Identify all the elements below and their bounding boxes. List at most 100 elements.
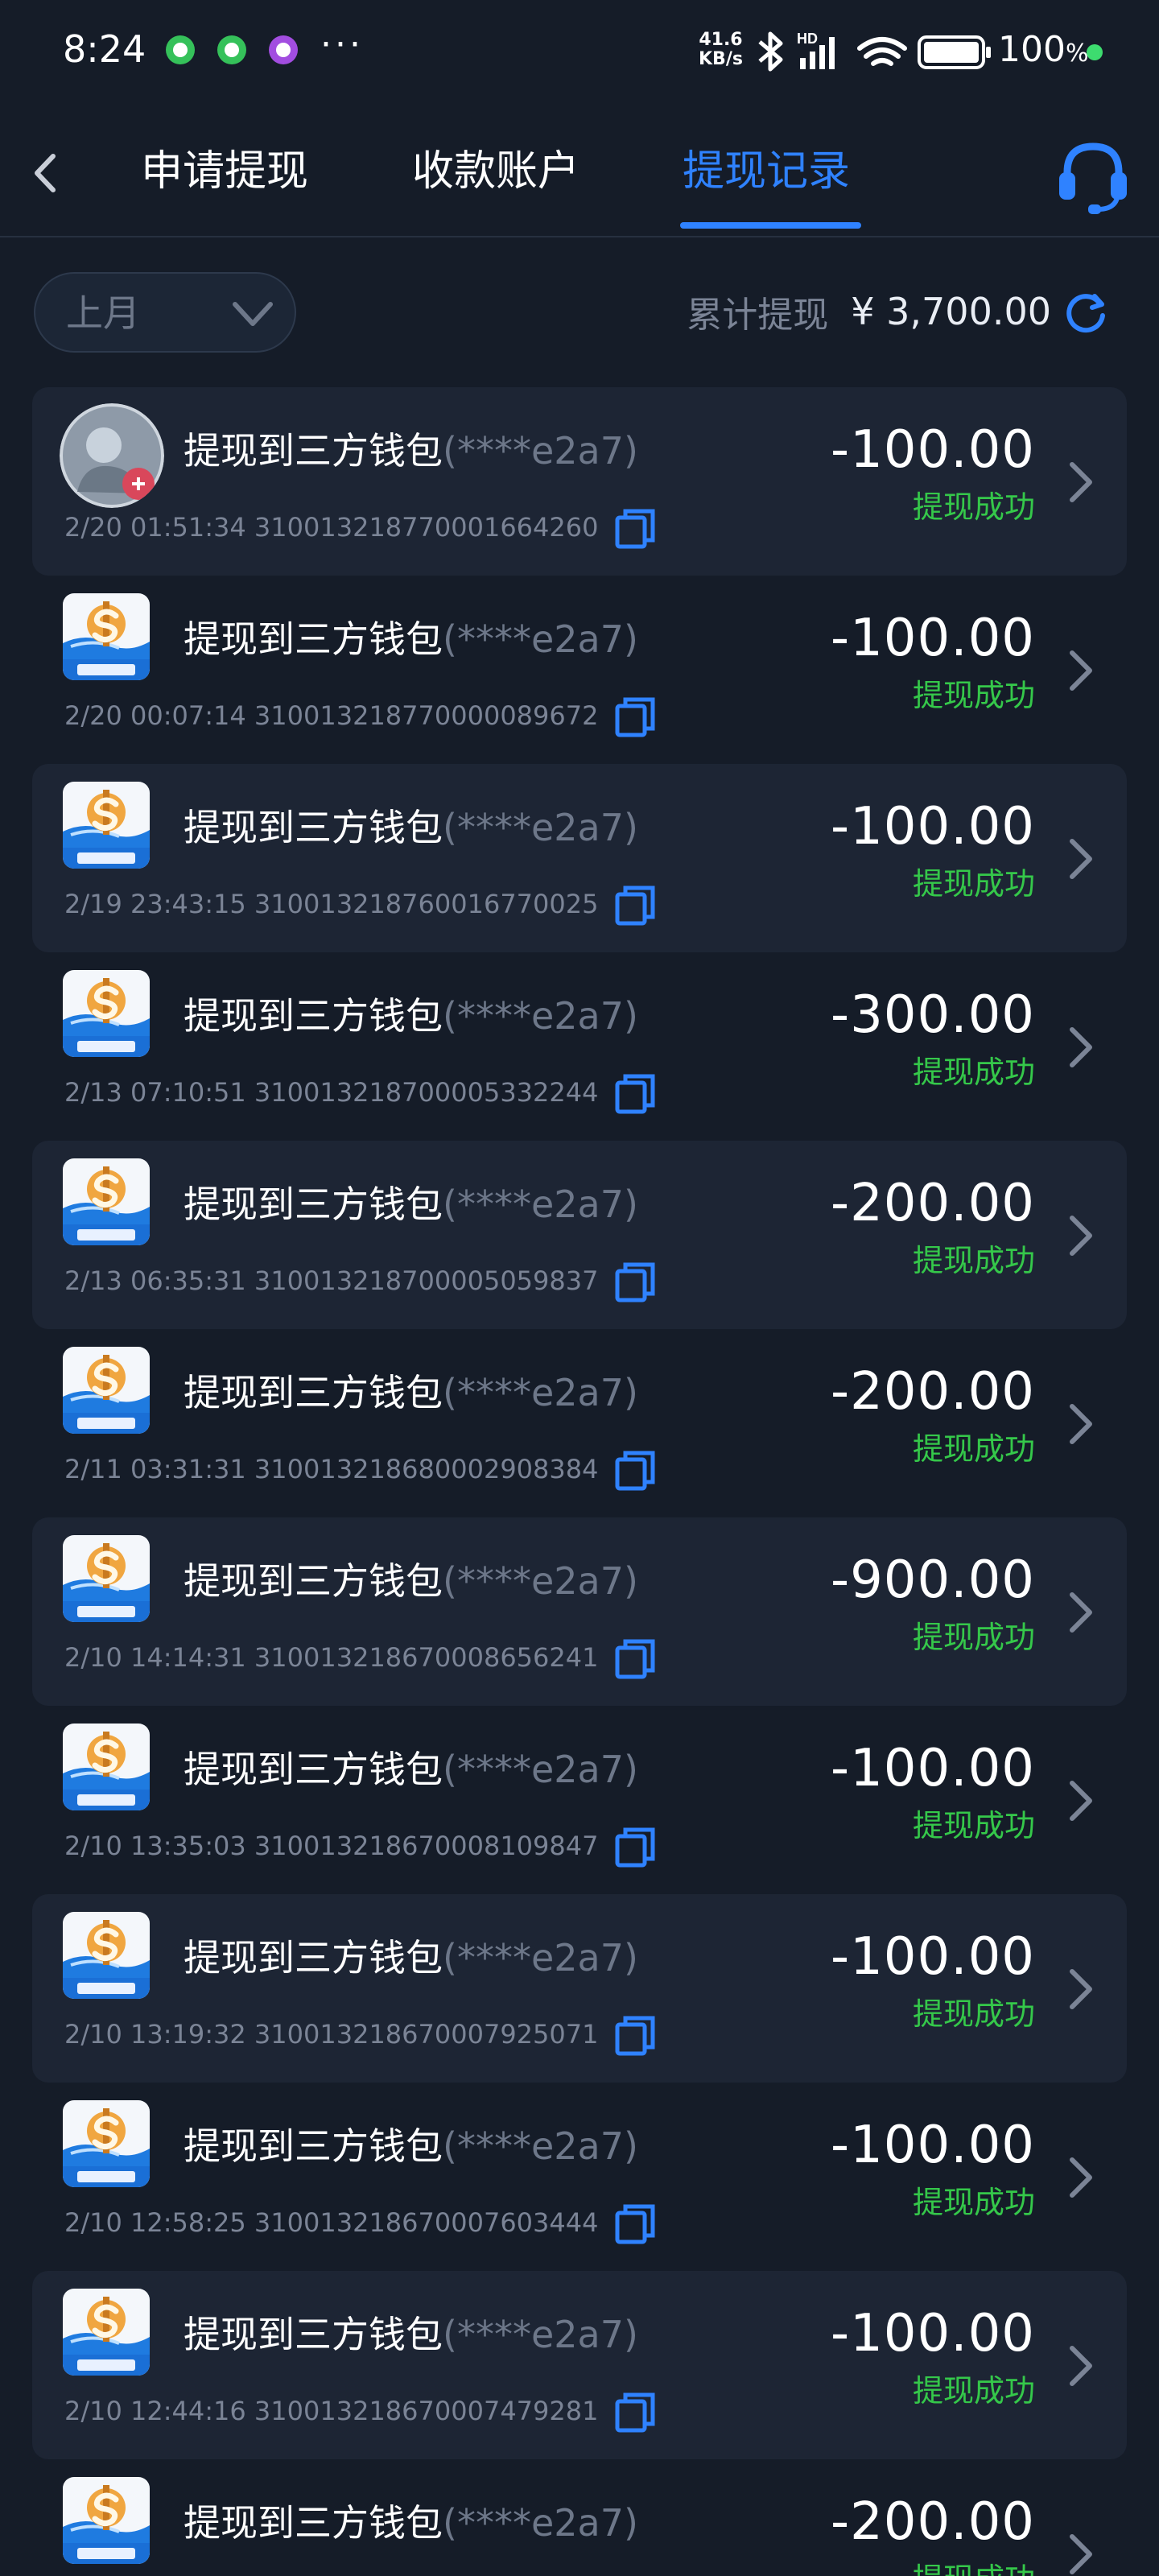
month-filter-label: 上月 xyxy=(66,291,140,335)
withdraw-total-value: ¥ 3,700.00 xyxy=(851,290,1051,333)
record-account-mask: (****e2a7) xyxy=(443,2124,638,2168)
chevron-right-icon xyxy=(1064,1588,1096,1637)
record-title: 提现到三方钱包(****e2a7) xyxy=(184,614,638,664)
battery-icon xyxy=(918,35,991,69)
withdraw-record-row[interactable]: 提现到三方钱包(****e2a7) 2/10 12:58:25 310013218… xyxy=(32,2083,1127,2271)
record-account-mask: (****e2a7) xyxy=(443,1371,638,1414)
wallet-logo-icon xyxy=(63,1158,150,1245)
record-amount: -200.00 xyxy=(830,1174,1035,1233)
chevron-right-icon xyxy=(1064,1212,1096,1260)
record-title-text: 提现到三方钱包 xyxy=(184,806,443,849)
month-filter-dropdown[interactable]: 上月 xyxy=(34,272,296,353)
record-amount: -100.00 xyxy=(830,2116,1035,2175)
active-tab-indicator xyxy=(680,222,861,229)
record-title-text: 提现到三方钱包 xyxy=(184,994,443,1038)
wallet-logo-icon xyxy=(63,593,150,680)
record-meta: 2/13 06:35:31 310013218700005059837 xyxy=(64,1260,658,1305)
record-meta: 2/13 07:10:51 310013218700005332244 xyxy=(64,1071,658,1117)
copy-icon[interactable] xyxy=(612,695,658,740)
withdraw-record-row[interactable]: 提现到三方钱包(****e2a7) 2/11 03:31:31 310013218… xyxy=(32,1329,1127,1517)
withdraw-record-row[interactable]: 提现到三方钱包(****e2a7) 2/10 14:14:31 310013218… xyxy=(32,1517,1127,1706)
record-time-and-order-id: 2/20 00:07:14 310013218770000089672 xyxy=(64,700,599,731)
record-time-and-order-id: 2/10 12:44:16 310013218670007479281 xyxy=(64,2396,599,2426)
record-meta: 2/20 00:07:14 310013218770000089672 xyxy=(64,695,658,740)
copy-icon[interactable] xyxy=(612,1825,658,1870)
record-time-and-order-id: 2/10 14:14:31 310013218670008656241 xyxy=(64,1642,599,1673)
withdraw-total-label: 累计提现 xyxy=(687,295,829,336)
chevron-right-icon xyxy=(1064,458,1096,506)
record-account-mask: (****e2a7) xyxy=(443,429,638,473)
record-time-and-order-id: 2/20 01:51:34 310013218770001664260 xyxy=(64,512,599,543)
record-title: 提现到三方钱包(****e2a7) xyxy=(184,426,638,476)
record-account-mask: (****e2a7) xyxy=(443,1559,638,1603)
chevron-right-icon xyxy=(1064,2153,1096,2202)
copy-icon[interactable] xyxy=(612,1260,658,1305)
withdraw-record-row[interactable]: 提现到三方钱包(****e2a7) 2/10 12:44:16 310013218… xyxy=(32,2271,1127,2459)
record-amount: -100.00 xyxy=(830,797,1035,857)
record-account-mask: (****e2a7) xyxy=(443,2501,638,2545)
record-amount: -300.00 xyxy=(830,985,1035,1045)
copy-icon[interactable] xyxy=(612,2013,658,2058)
record-amount: -200.00 xyxy=(830,1362,1035,1422)
record-title-text: 提现到三方钱包 xyxy=(184,2313,443,2356)
wallet-logo-icon xyxy=(63,1347,150,1434)
copy-icon[interactable] xyxy=(612,883,658,928)
wallet-logo-icon xyxy=(63,1535,150,1622)
record-time-and-order-id: 2/10 13:19:32 310013218670007925071 xyxy=(64,2019,599,2050)
withdraw-record-row[interactable]: 提现到三方钱包(****e2a7) 2/20 01:51:34 310013218… xyxy=(32,387,1127,576)
copy-icon[interactable] xyxy=(612,2202,658,2247)
nav-divider xyxy=(0,236,1159,237)
record-account-mask: (****e2a7) xyxy=(443,806,638,849)
record-status: 提现成功 xyxy=(913,2559,1035,2576)
tab-withdraw-records[interactable]: 提现记录 xyxy=(683,143,850,200)
wallet-logo-icon xyxy=(63,2289,150,2376)
tab-payee-accounts[interactable]: 收款账户 xyxy=(412,143,580,200)
chevron-right-icon xyxy=(1064,1023,1096,1071)
user-avatar xyxy=(60,403,164,508)
bluetooth-icon xyxy=(758,31,783,72)
battery-level: 100% xyxy=(998,29,1089,70)
withdraw-record-row[interactable]: 提现到三方钱包(****e2a7) 2/10 13:19:32 310013218… xyxy=(32,1894,1127,2083)
chevron-down-icon xyxy=(233,302,273,326)
customer-service-icon[interactable] xyxy=(1053,135,1133,216)
wallet-logo-icon xyxy=(63,2100,150,2187)
withdraw-record-row[interactable]: 提现到三方钱包(****e2a7) 2/10 13:35:03 310013218… xyxy=(32,1706,1127,1894)
network-speed-value: 41.6 xyxy=(699,30,743,50)
withdraw-record-row[interactable]: 提现到三方钱包(****e2a7) 2/20 00:07:14 310013218… xyxy=(32,576,1127,764)
record-time-and-order-id: 2/19 23:43:15 310013218760016770025 xyxy=(64,889,599,919)
copy-icon[interactable] xyxy=(612,2390,658,2435)
record-status: 提现成功 xyxy=(912,1431,1035,1467)
record-meta: 2/10 12:44:16 310013218670007479281 xyxy=(64,2390,658,2435)
status-bar: 8:24 ··· 41.6 KB/s HD 100% xyxy=(0,0,1159,97)
record-amount: -100.00 xyxy=(830,1739,1035,1798)
back-button[interactable] xyxy=(23,145,71,201)
network-speed: 41.6 KB/s xyxy=(699,31,743,69)
record-time-and-order-id: 2/11 03:31:31 310013218680002908384 xyxy=(64,1454,599,1484)
record-title-text: 提现到三方钱包 xyxy=(184,2124,443,2168)
record-meta: 2/11 03:31:31 310013218680002908384 xyxy=(64,1448,658,1493)
hd-label: HD xyxy=(797,31,818,47)
record-time-and-order-id: 2/13 06:35:31 310013218700005059837 xyxy=(64,1265,599,1296)
withdraw-record-row[interactable]: 提现到三方钱包(****e2a7) 2/19 23:43:15 310013218… xyxy=(32,764,1127,952)
chevron-right-icon xyxy=(1064,1777,1096,1825)
withdraw-record-row[interactable]: 提现到三方钱包(****e2a7) 2/13 07:10:51 310013218… xyxy=(32,952,1127,1141)
record-amount: -200.00 xyxy=(830,2492,1035,2552)
record-title-text: 提现到三方钱包 xyxy=(184,1936,443,1979)
shop-app-icon xyxy=(217,35,246,64)
refresh-icon[interactable] xyxy=(1062,288,1109,335)
tab-apply-withdraw[interactable]: 申请提现 xyxy=(141,143,308,200)
withdraw-record-row[interactable]: 提现到三方钱包(****e2a7) -200.00 提现成功 xyxy=(32,2459,1127,2576)
copy-icon[interactable] xyxy=(612,1448,658,1493)
copy-icon[interactable] xyxy=(612,1637,658,1682)
chevron-right-icon xyxy=(1064,835,1096,883)
withdrawal-records-page: 8:24 ··· 41.6 KB/s HD 100% 申请提现 收款账户 提现记… xyxy=(0,0,1159,2576)
withdraw-record-row[interactable]: 提现到三方钱包(****e2a7) 2/13 06:35:31 310013218… xyxy=(32,1141,1127,1329)
copy-icon[interactable] xyxy=(612,506,658,551)
record-status: 提现成功 xyxy=(912,678,1035,713)
wallet-logo-icon xyxy=(63,2477,150,2564)
record-title: 提现到三方钱包(****e2a7) xyxy=(184,1933,638,1983)
record-time-and-order-id: 2/10 12:58:25 310013218670007603444 xyxy=(64,2207,599,2238)
wallet-logo-icon xyxy=(63,1912,150,1999)
copy-icon[interactable] xyxy=(612,1071,658,1117)
record-title-text: 提现到三方钱包 xyxy=(184,1559,443,1603)
